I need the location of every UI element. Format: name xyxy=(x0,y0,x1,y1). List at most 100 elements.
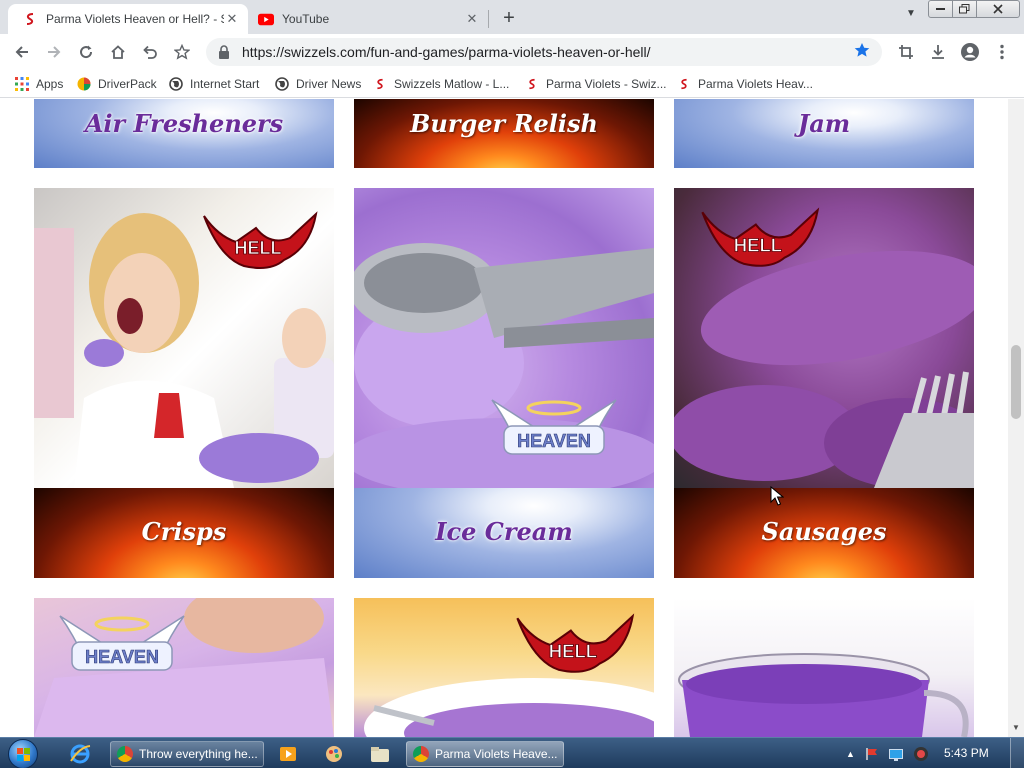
download-icon[interactable] xyxy=(926,40,950,64)
windows-taskbar: Throw everything he... Parma Violets Hea… xyxy=(0,737,1024,768)
tile-label: Jam xyxy=(797,109,851,138)
bookmark-label: Apps xyxy=(36,77,64,91)
bookmark-swizzels-matlow[interactable]: Swizzels Matlow - L... xyxy=(372,75,509,93)
swizzels-favicon xyxy=(524,76,540,92)
heaven-badge-text: HEAVEN xyxy=(85,647,159,667)
menu-kebab-icon[interactable] xyxy=(990,40,1014,64)
back-icon[interactable] xyxy=(10,40,34,64)
apps-grid-icon xyxy=(14,76,30,92)
start-button[interactable] xyxy=(8,739,38,768)
tea-cup-illustration xyxy=(678,653,969,737)
tile-label: Air Fresheners xyxy=(84,109,284,138)
globe-icon xyxy=(168,76,184,92)
tile-burger-relish[interactable]: Burger Relish xyxy=(354,99,654,168)
tab-parma-violets[interactable]: Parma Violets Heaven or Hell? - Sw ✕ xyxy=(8,4,248,34)
swizzels-favicon xyxy=(22,11,38,27)
bookmark-label: Driver News xyxy=(296,77,362,91)
tab-title: Parma Violets Heaven or Hell? - Sw xyxy=(46,12,224,26)
task-label: Parma Violets Heave... xyxy=(435,747,558,761)
crop-icon[interactable] xyxy=(894,40,918,64)
globe-icon xyxy=(274,76,290,92)
close-tab-icon[interactable]: ✕ xyxy=(464,11,480,27)
driverpack-icon xyxy=(76,76,92,92)
page-viewport: Air Fresheners Burger Relish Jam HELL Cr… xyxy=(0,99,1008,737)
lock-icon[interactable] xyxy=(216,44,232,60)
tile-ice-cream[interactable]: Ice Cream xyxy=(354,488,654,578)
display-icon[interactable] xyxy=(888,748,903,761)
taskbar-task-throw-everything[interactable]: Throw everything he... xyxy=(110,741,264,767)
chrome-icon xyxy=(117,746,133,762)
tile-sausages[interactable]: Sausages xyxy=(674,488,974,578)
profile-avatar-icon[interactable] xyxy=(958,40,982,64)
show-desktop-button[interactable] xyxy=(1010,738,1024,768)
reload-icon[interactable] xyxy=(74,40,98,64)
show-hidden-icons-icon[interactable]: ▲ xyxy=(846,749,855,759)
forward-icon[interactable] xyxy=(42,40,66,64)
close-tab-icon[interactable]: ✕ xyxy=(224,11,240,27)
new-tab-button[interactable]: + xyxy=(498,7,520,29)
taskbar-clock[interactable]: 5:43 PM xyxy=(944,746,989,760)
bookmarks-bar: Apps DriverPack Internet Start Driver Ne… xyxy=(0,70,1024,98)
url-text[interactable]: https://swizzels.com/fun-and-games/parma… xyxy=(242,44,854,60)
bookmark-label: Swizzels Matlow - L... xyxy=(394,77,510,91)
bookmark-label: DriverPack xyxy=(98,77,157,91)
tile-air-fresheners[interactable]: Air Fresheners xyxy=(34,99,334,168)
hell-badge-text: HELL xyxy=(549,640,597,661)
chrome-icon xyxy=(413,746,429,762)
photo-purple-tea-cup[interactable] xyxy=(674,598,974,737)
minimize-button[interactable] xyxy=(928,0,953,18)
bookmark-apps[interactable]: Apps xyxy=(14,75,63,93)
browser-toolbar: https://swizzels.com/fun-and-games/parma… xyxy=(0,34,1024,70)
paint-icon[interactable] xyxy=(314,741,354,767)
taskbar-task-parma-violets[interactable]: Parma Violets Heave... xyxy=(406,741,564,767)
hell-badge-text: HELL xyxy=(235,238,282,258)
system-tray: ▲ xyxy=(846,744,929,764)
hell-badge-icon: HELL xyxy=(701,207,820,267)
bookmark-label: Internet Start xyxy=(190,77,260,91)
mouse-cursor-icon xyxy=(770,486,784,506)
bookmark-driver-news[interactable]: Driver News xyxy=(274,75,361,93)
close-window-button[interactable] xyxy=(976,0,1020,18)
tab-strip: Parma Violets Heaven or Hell? - Sw ✕ You… xyxy=(0,0,1024,34)
bookmark-label: Parma Violets Heav... xyxy=(698,77,813,91)
tile-jam[interactable]: Jam xyxy=(674,99,974,168)
bookmark-parma-violets-heaven[interactable]: Parma Violets Heav... xyxy=(676,75,813,93)
task-label: Throw everything he... xyxy=(139,747,258,761)
bookmark-star-outline-icon[interactable] xyxy=(170,40,194,64)
swizzels-favicon xyxy=(372,76,388,92)
windows-logo-icon xyxy=(17,748,30,761)
photo-sausages[interactable]: HELL xyxy=(674,188,974,488)
file-explorer-icon[interactable] xyxy=(360,741,400,767)
bookmark-label: Parma Violets - Swiz... xyxy=(546,77,667,91)
photo-purple-dessert[interactable]: HELL xyxy=(354,598,654,737)
scrollbar-thumb[interactable] xyxy=(1011,345,1021,419)
tile-label: Sausages xyxy=(761,517,887,546)
scroll-down-arrow-icon[interactable]: ▼ xyxy=(1012,723,1020,732)
heaven-badge-text: HEAVEN xyxy=(517,431,591,451)
internet-explorer-icon[interactable] xyxy=(60,741,100,767)
restore-button[interactable] xyxy=(952,0,977,18)
page-scrollbar[interactable]: ▼ xyxy=(1008,99,1024,737)
home-icon[interactable] xyxy=(106,40,130,64)
hell-badge-icon: HELL xyxy=(516,613,635,673)
flag-notification-icon[interactable] xyxy=(865,747,879,761)
tile-label: Crisps xyxy=(141,517,227,546)
bookmark-internet-start[interactable]: Internet Start xyxy=(168,75,259,93)
address-bar[interactable]: https://swizzels.com/fun-and-games/parma… xyxy=(206,38,882,66)
tab-youtube[interactable]: YouTube ✕ xyxy=(250,4,488,34)
bookmark-parma-violets-swizzels[interactable]: Parma Violets - Swiz... xyxy=(524,75,666,93)
volume-icon[interactable] xyxy=(913,746,929,762)
bookmarked-star-icon[interactable] xyxy=(854,42,876,63)
swizzels-favicon xyxy=(676,76,692,92)
tab-search-icon[interactable]: ▼ xyxy=(906,8,916,19)
photo-ice-cream[interactable]: HEAVEN xyxy=(354,188,654,488)
undo-icon[interactable] xyxy=(138,40,162,64)
photo-crisps[interactable]: HELL xyxy=(34,188,334,488)
tab-title: YouTube xyxy=(282,12,330,26)
bookmark-driverpack[interactable]: DriverPack xyxy=(76,75,157,93)
tile-crisps[interactable]: Crisps xyxy=(34,488,334,578)
tab-divider xyxy=(488,10,489,28)
photo-marshmallow[interactable]: HEAVEN xyxy=(34,598,334,737)
tile-label: Burger Relish xyxy=(410,109,598,138)
media-player-icon[interactable] xyxy=(268,741,308,767)
